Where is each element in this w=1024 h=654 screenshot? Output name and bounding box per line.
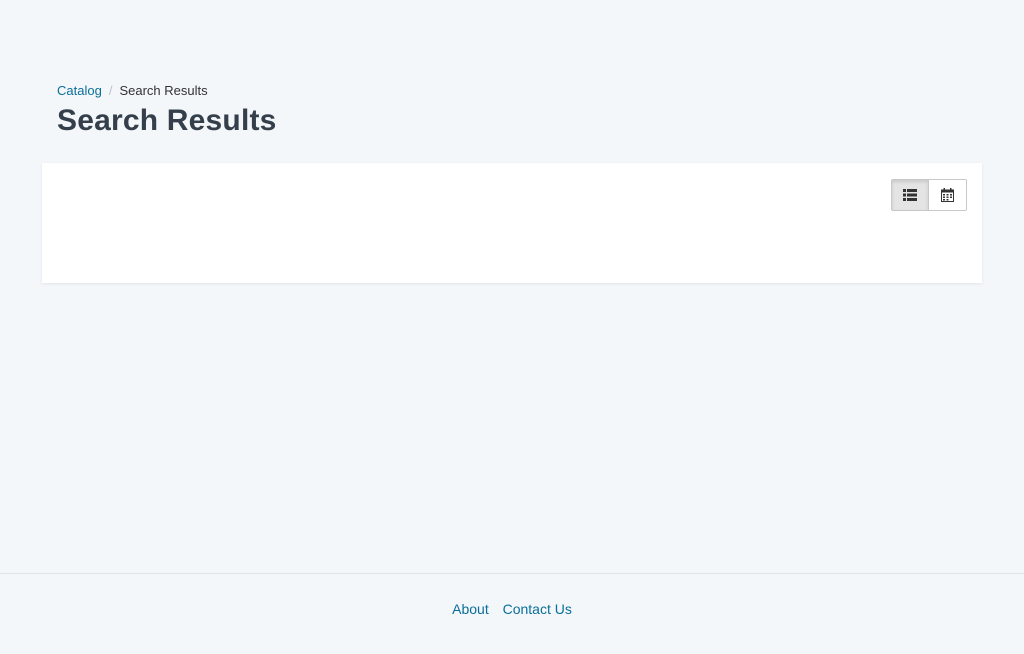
- list-icon: [903, 189, 917, 201]
- breadcrumb-separator: /: [108, 83, 113, 98]
- footer-links: About Contact Us: [0, 601, 1024, 617]
- footer: About Contact Us: [0, 573, 1024, 654]
- footer-link-contact-us[interactable]: Contact Us: [503, 601, 572, 617]
- breadcrumb-current: Search Results: [119, 83, 208, 98]
- breadcrumb: Catalog / Search Results: [57, 83, 208, 98]
- results-panel: [42, 163, 982, 283]
- calendar-icon: [941, 188, 954, 202]
- breadcrumb-link-catalog[interactable]: Catalog: [57, 83, 102, 98]
- footer-link-about[interactable]: About: [452, 601, 489, 617]
- page-title: Search Results: [57, 104, 277, 137]
- view-toggle: [891, 179, 967, 211]
- calendar-view-button[interactable]: [929, 179, 967, 211]
- list-view-button[interactable]: [891, 179, 929, 211]
